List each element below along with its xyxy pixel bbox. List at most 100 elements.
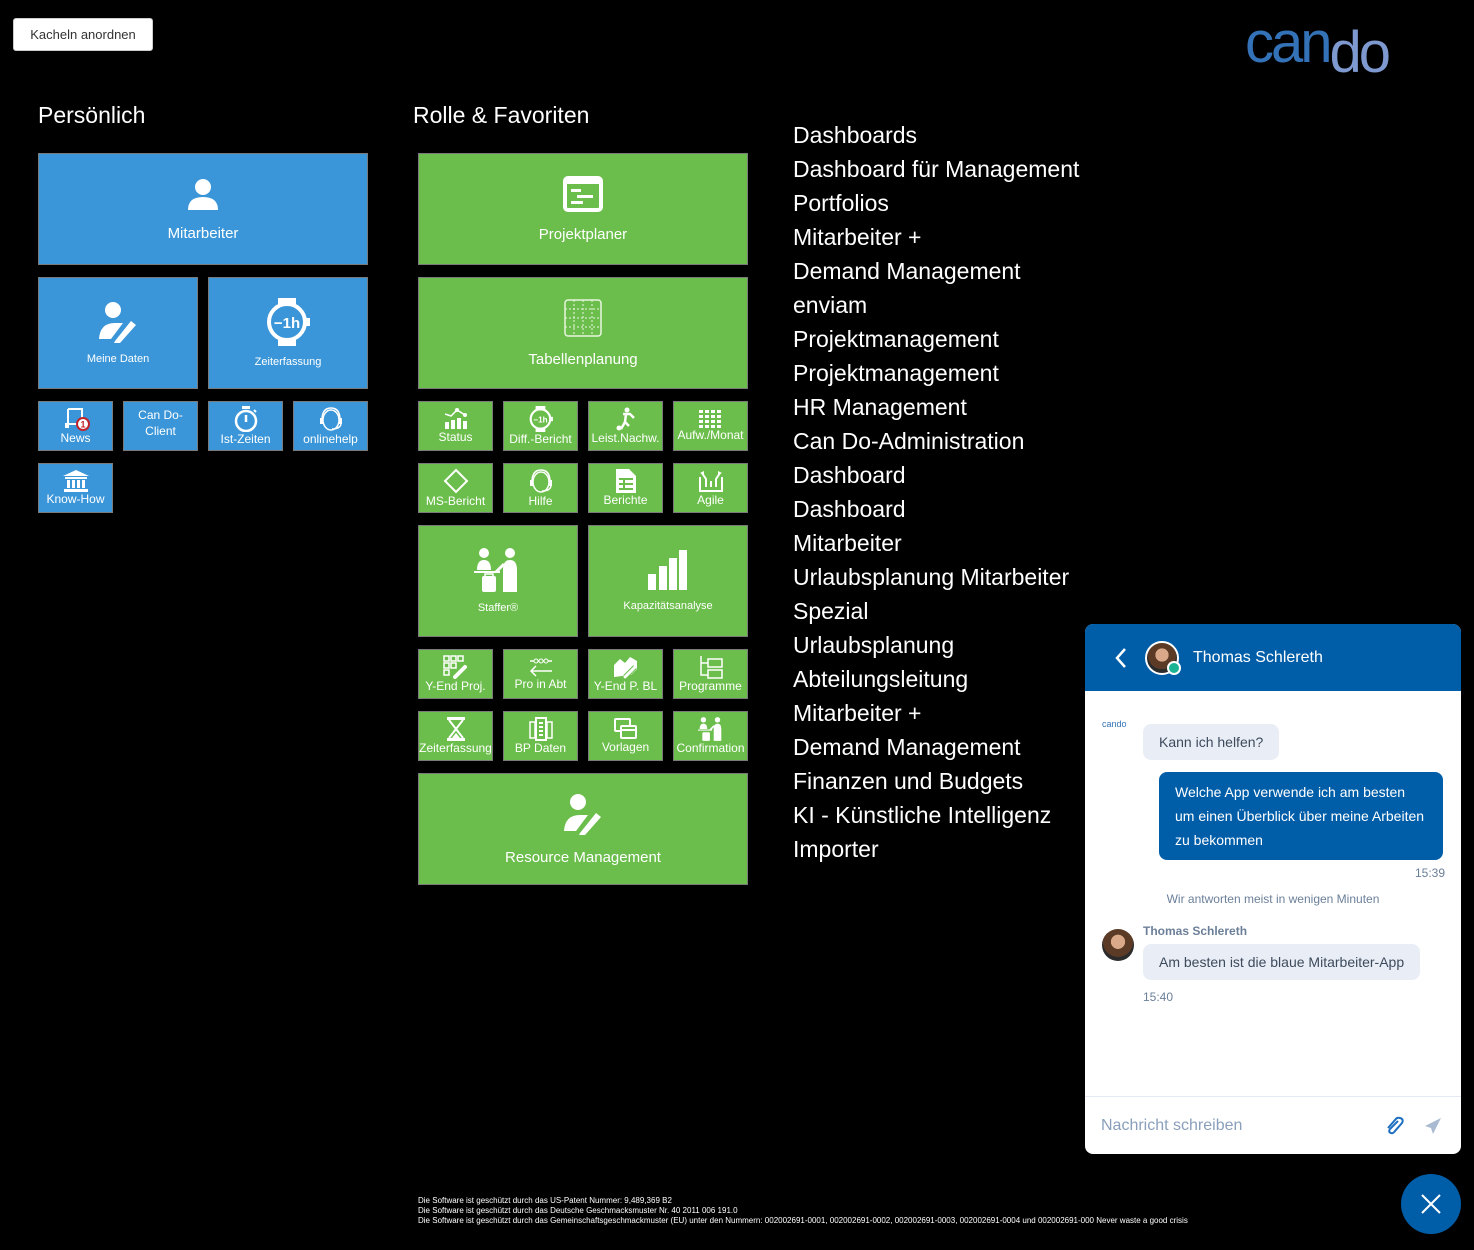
tile-aufw-monat[interactable]: Aufw./Monat [673,401,748,451]
tile-know-how[interactable]: Know-How [38,463,113,513]
chevron-left-icon[interactable] [1111,643,1131,673]
role-item[interactable]: Dashboards [793,118,1079,152]
tile-label: Ist-Zeiten [220,432,271,446]
chat-header: Thomas Schlereth [1085,624,1461,691]
folder-tree-icon [699,656,723,679]
tile-agile[interactable]: Agile [673,463,748,513]
role-item[interactable]: Urlaubsplanung [793,628,1079,662]
message-time: 15:40 [1143,990,1174,1004]
role-item[interactable]: Dashboard [793,492,1079,526]
tile-label: Pro in Abt [514,677,567,691]
user-edit-icon [564,793,601,835]
footer-line: Die Software ist geschützt durch das Deu… [418,1206,738,1215]
tile-kapazitaetsanalyse[interactable]: Kapazitätsanalyse [588,525,748,637]
message-input[interactable] [1099,1116,1363,1136]
tile-label: Zeiterfassung [419,741,492,755]
tile-projektplaner[interactable]: Projektplaner [418,153,748,265]
tile-meine-daten[interactable]: Meine Daten [38,277,198,389]
tile-vorlagen[interactable]: Vorlagen [588,711,663,761]
tile-label: onlinehelp [303,432,358,446]
tile-programme[interactable]: Programme [673,649,748,699]
role-item[interactable]: Dashboard für Management [793,152,1079,186]
staffer-icon [697,717,721,741]
close-chat-button[interactable] [1401,1174,1461,1234]
tile-ms-bericht[interactable]: MS-Bericht [418,463,493,513]
role-item[interactable]: Projektmanagement [793,322,1079,356]
tile-hilfe[interactable]: Hilfe [503,463,578,513]
tile-leist-nachw[interactable]: Leist.Nachw. [588,401,663,451]
tile-label: Leist.Nachw. [591,431,660,445]
tile-zeiterfassung-2[interactable]: Zeiterfassung [418,711,493,761]
tile-label: Diff.-Bericht [509,432,572,446]
tile-tabellenplanung[interactable]: Tabellenplanung [418,277,748,389]
tile-label: Programme [679,679,742,693]
logo-do: do [1329,20,1391,85]
paperclip-icon[interactable] [1383,1115,1405,1137]
role-item[interactable]: Abteilungsleitung [793,662,1079,696]
tile-label: News [60,431,91,445]
tile-status[interactable]: Status [418,401,493,451]
runner-icon [616,407,635,431]
send-icon[interactable] [1423,1116,1443,1136]
tile-can-do-client[interactable]: Can Do- Client [123,401,198,451]
tile-ist-zeiten[interactable]: Ist-Zeiten [208,401,283,451]
role-item[interactable]: Demand Management [793,254,1079,288]
tile-zeiterfassung[interactable]: −1h Zeiterfassung [208,277,368,389]
bot-logo: cando [1102,719,1127,729]
watch-minus-1h-icon: −1h [529,406,553,432]
tile-diff-bericht[interactable]: −1h Diff.-Bericht [503,401,578,451]
tile-mitarbeiter[interactable]: Mitarbeiter [38,153,368,265]
tile-berichte[interactable]: Berichte [588,463,663,513]
tile-label: Zeiterfassung [254,356,322,368]
role-item[interactable]: Portfolios [793,186,1079,220]
tile-label: Confirmation [676,741,745,755]
watch-minus-1h-icon: −1h [267,298,310,346]
section-title-personal: Persönlich [38,102,146,128]
role-item[interactable]: Can Do-Administration [793,424,1079,458]
tile-confirmation[interactable]: Confirmation [673,711,748,761]
building-icon [528,717,553,741]
tile-label: Mitarbeiter [167,224,239,242]
tile-onlinehelp[interactable]: onlinehelp [293,401,368,451]
arrange-tiles-button[interactable]: Kacheln anordnen [13,18,153,51]
bar-chart-icon [648,550,687,590]
role-item[interactable]: HR Management [793,390,1079,424]
role-item[interactable]: Mitarbeiter + [793,220,1079,254]
tile-label: Y-End Proj. [425,679,486,693]
role-item[interactable]: Mitarbeiter + [793,696,1079,730]
tile-resource-management[interactable]: Resource Management [418,773,748,885]
tile-y-end-proj[interactable]: Y-End Proj. [418,649,493,699]
calendar-dots-icon [698,410,721,428]
staffer-icon [474,548,517,592]
tile-pro-in-abt[interactable]: Pro in Abt [503,649,578,699]
section-title-favorites: Rolle & Favoriten [413,102,590,128]
headset-icon [319,407,342,431]
tile-label: BP Daten [514,741,567,755]
tile-label: Vorlagen [601,740,650,754]
role-item[interactable]: Projektmanagement [793,356,1079,390]
contact-avatar [1145,640,1181,675]
role-item[interactable]: Finanzen und Budgets [793,764,1079,798]
tile-label: Meine Daten [86,353,150,365]
gantt-icon [563,175,603,212]
agent-avatar [1102,929,1134,961]
chat-contact-name: Thomas Schlereth [1193,648,1323,666]
tile-label: Berichte [603,493,648,507]
tile-staffer[interactable]: Staffer® [418,525,578,637]
tile-bp-daten[interactable]: BP Daten [503,711,578,761]
user-edit-icon [99,302,136,343]
tile-label: Hilfe [528,494,553,508]
role-item[interactable]: Dashboard [793,458,1079,492]
arrow-left-icon [529,658,552,677]
role-item[interactable]: Importer [793,832,1079,866]
role-item[interactable]: KI - Künstliche Intelligenz [793,798,1079,832]
role-item[interactable]: Demand Management [793,730,1079,764]
tile-y-end-p-bl[interactable]: Y-End P. BL [588,649,663,699]
role-item[interactable]: Urlaubsplanung Mitarbeiter [793,560,1079,594]
role-item[interactable]: Mitarbeiter [793,526,1079,560]
tile-news[interactable]: 1 News [38,401,113,451]
role-list: Dashboards Dashboard für Management Port… [793,118,1079,866]
role-item[interactable]: Spezial [793,594,1079,628]
role-item[interactable]: enviam [793,288,1079,322]
grid-link-icon [442,655,467,679]
